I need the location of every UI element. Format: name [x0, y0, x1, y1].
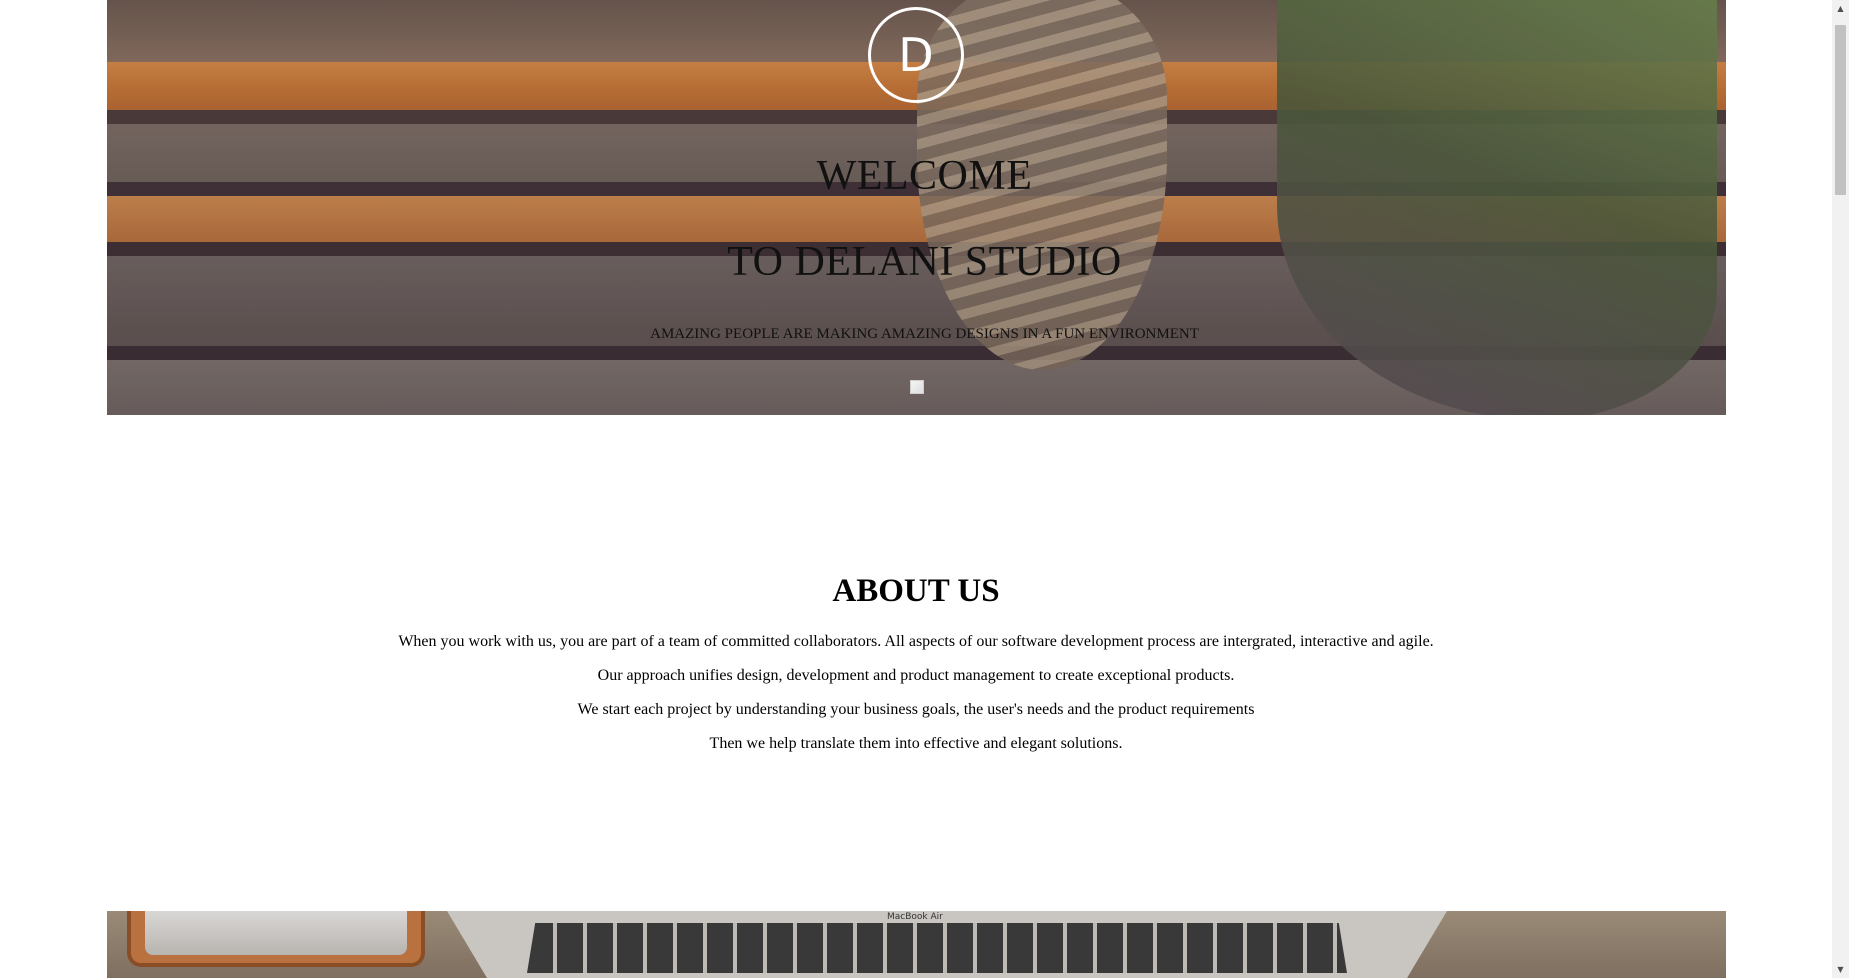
- vertical-scrollbar[interactable]: ▲ ▼: [1832, 0, 1849, 978]
- hero-subtitle: AMAZING PEOPLE ARE MAKING AMAZING DESIGN…: [650, 326, 1199, 342]
- about-paragraph: We start each project by understanding y…: [577, 701, 1255, 718]
- page: D WELCOME TO DELANI STUDIO AMAZING PEOPL…: [0, 0, 1849, 978]
- logo[interactable]: D: [868, 7, 964, 103]
- about-text: When you work with us, you are part of a…: [0, 632, 1832, 768]
- phone-screen: [145, 911, 407, 955]
- laptop-brand-label: MacBook Air: [887, 912, 943, 922]
- about-title: ABOUT US: [832, 573, 1000, 609]
- about-paragraph: Our approach unifies design, development…: [597, 667, 1235, 684]
- services-banner: MacBook Air: [107, 911, 1726, 978]
- logo-letter: D: [898, 28, 934, 82]
- scroll-up-icon[interactable]: ▲: [1832, 0, 1849, 17]
- laptop-keyboard: [527, 923, 1347, 973]
- about-paragraph: Then we help translate them into effecti…: [709, 735, 1123, 752]
- hero-title-welcome: WELCOME: [816, 153, 1033, 199]
- laptop-image: MacBook Air: [447, 911, 1447, 978]
- phone-image: [127, 911, 425, 967]
- about-paragraph: When you work with us, you are part of a…: [398, 633, 1434, 650]
- broken-image-icon[interactable]: [910, 380, 924, 394]
- scroll-down-icon[interactable]: ▼: [1832, 961, 1849, 978]
- hero-title-studio: TO DELANI STUDIO: [727, 239, 1122, 285]
- scroll-thumb[interactable]: [1835, 25, 1846, 195]
